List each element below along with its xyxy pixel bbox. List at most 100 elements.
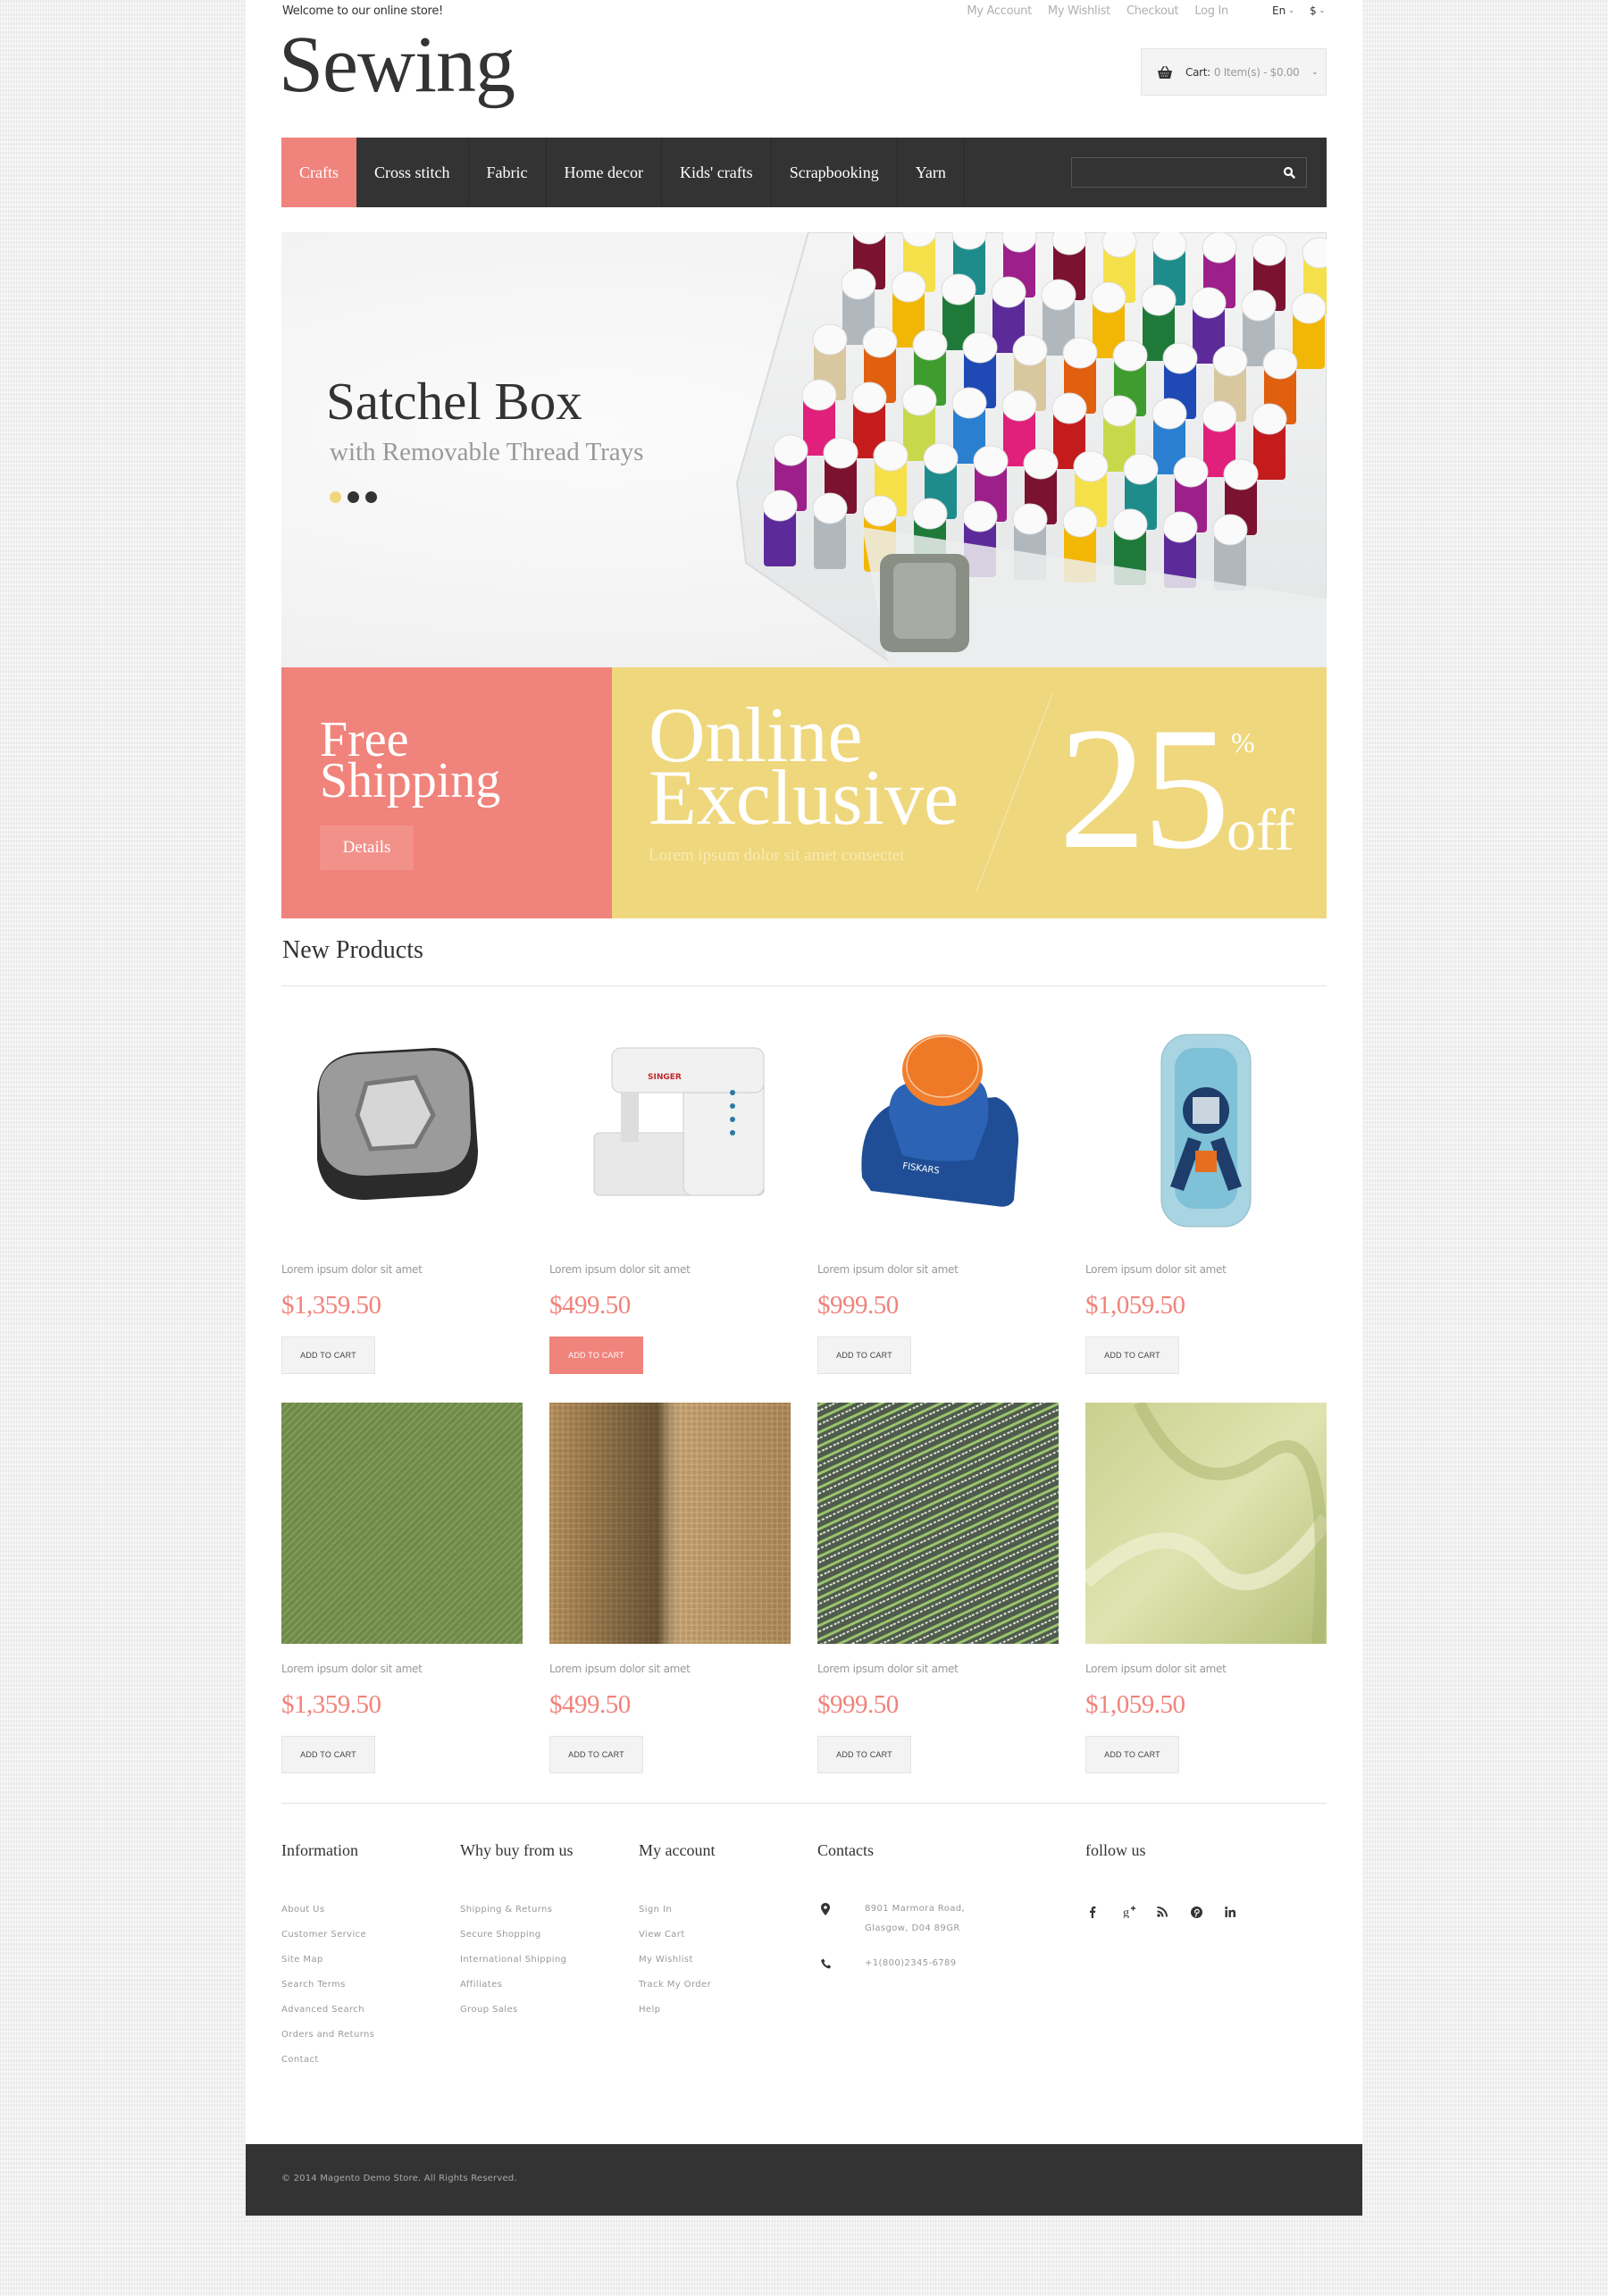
product-name[interactable]: Lorem ipsum dolor sit amet: [1085, 1663, 1227, 1675]
log-in-link[interactable]: Log In: [1194, 4, 1228, 18]
product-name[interactable]: Lorem ipsum dolor sit amet: [817, 1263, 959, 1276]
add-to-cart-button[interactable]: ADD TO CART: [549, 1736, 643, 1773]
spool-top: [1001, 390, 1037, 422]
add-to-cart-button[interactable]: ADD TO CART: [1085, 1736, 1179, 1773]
spool-top: [851, 381, 887, 414]
hero-subtitle: with Removable Thread Trays: [330, 438, 644, 466]
footer-col-why-buy: Why buy from us Shipping & Returns Secur…: [460, 1842, 573, 2030]
spool-top: [823, 437, 858, 469]
footer-link[interactable]: International Shipping: [460, 1955, 566, 1965]
spool-top: [1012, 334, 1048, 366]
spool-top: [1101, 232, 1137, 258]
footer-link[interactable]: Group Sales: [460, 2005, 518, 2015]
spool-top: [1202, 232, 1237, 264]
footer-divider: [281, 1803, 1327, 1804]
product-name[interactable]: Lorem ipsum dolor sit amet: [549, 1663, 691, 1675]
phone-icon: [821, 1958, 832, 1969]
footer-link[interactable]: Sign In: [639, 1905, 672, 1915]
search-icon[interactable]: [1283, 166, 1295, 179]
my-wishlist-link[interactable]: My Wishlist: [1048, 4, 1110, 18]
add-to-cart-button[interactable]: ADD TO CART: [817, 1337, 911, 1374]
spool-top: [1152, 398, 1187, 430]
product-price: $999.50: [817, 1291, 899, 1320]
product-image-sewing-machine[interactable]: SINGER: [549, 1008, 791, 1249]
nav-item-home-decor[interactable]: Home decor: [547, 138, 662, 207]
product-name[interactable]: Lorem ipsum dolor sit amet: [281, 1663, 423, 1675]
product-image-green-yarn[interactable]: [817, 1403, 1059, 1644]
free-shipping-banner[interactable]: Free Shipping Details: [281, 667, 612, 918]
percent-sign: %: [1231, 726, 1255, 758]
nav-item-scrapbooking[interactable]: Scrapbooking: [772, 138, 898, 207]
nav-item-fabric[interactable]: Fabric: [469, 138, 547, 207]
phone-number[interactable]: +1(800)2345-6789: [865, 1954, 957, 1977]
language-switcher[interactable]: En ⌄: [1272, 4, 1294, 17]
my-account-link[interactable]: My Account: [967, 4, 1032, 18]
pinterest-icon[interactable]: [1187, 1903, 1221, 1921]
footer-bar: © 2014 Magento Demo Store. All Rights Re…: [246, 2144, 1362, 2216]
site-logo[interactable]: Sewing: [279, 25, 515, 105]
currency-switcher[interactable]: $ ⌄: [1310, 4, 1325, 17]
spool-top: [1141, 284, 1177, 316]
footer-link[interactable]: Advanced Search: [281, 2005, 364, 2015]
linkedin-icon[interactable]: [1221, 1903, 1255, 1921]
search-input[interactable]: [1072, 158, 1269, 187]
banner-line: Shipping: [320, 753, 501, 809]
spool-top: [1073, 450, 1109, 482]
footer-link[interactable]: Orders and Returns: [281, 2030, 374, 2040]
slider-dot[interactable]: [348, 491, 359, 503]
product-name[interactable]: Lorem ipsum dolor sit amet: [817, 1663, 959, 1675]
footer-link[interactable]: Contact: [281, 2055, 319, 2065]
spool-top: [873, 440, 909, 472]
slider-dot[interactable]: [365, 491, 377, 503]
footer-link[interactable]: View Cart: [639, 1930, 685, 1940]
product-price: $1,059.50: [1085, 1690, 1185, 1719]
product-image-chiffon-fabric[interactable]: [1085, 1403, 1327, 1644]
spool-top: [923, 442, 959, 474]
online-exclusive-banner[interactable]: Online Exclusive Lorem ipsum dolor sit a…: [612, 667, 1327, 918]
spool-top: [1023, 448, 1059, 480]
footer-link[interactable]: Track My Order: [639, 1980, 711, 1990]
product-name[interactable]: Lorem ipsum dolor sit amet: [1085, 1263, 1227, 1276]
product-image-fiskars-punch[interactable]: FISKARS: [817, 1008, 1059, 1249]
thread-box-image: [735, 232, 1327, 667]
footer-link[interactable]: Affiliates: [460, 1980, 502, 1990]
add-to-cart-button[interactable]: ADD TO CART: [817, 1736, 911, 1773]
footer-link[interactable]: Shipping & Returns: [460, 1905, 552, 1915]
product-image-green-mesh-fabric[interactable]: [281, 1403, 523, 1644]
spool-top: [801, 379, 837, 411]
facebook-icon[interactable]: [1085, 1903, 1119, 1921]
nav-item-yarn[interactable]: Yarn: [898, 138, 965, 207]
footer-link[interactable]: My Wishlist: [639, 1955, 693, 1965]
footer-link[interactable]: Help: [639, 2005, 660, 2015]
slider-dot[interactable]: [330, 491, 341, 503]
nav-item-kids-crafts[interactable]: Kids' crafts: [662, 138, 772, 207]
add-to-cart-button[interactable]: ADD TO CART: [281, 1736, 375, 1773]
product-name[interactable]: Lorem ipsum dolor sit amet: [549, 1263, 691, 1276]
footer-link[interactable]: Secure Shopping: [460, 1930, 541, 1940]
copyright-text: © 2014 Magento Demo Store. All Rights Re…: [281, 2174, 517, 2183]
google-plus-icon[interactable]: g: [1119, 1903, 1153, 1921]
nav-item-cross-stitch[interactable]: Cross stitch: [356, 138, 469, 207]
add-to-cart-button[interactable]: ADD TO CART: [1085, 1337, 1179, 1374]
product-image-burlap-fabric[interactable]: [549, 1403, 791, 1644]
cart-dropdown[interactable]: Cart: 0 Item(s) - $0.00 ⌄: [1141, 48, 1327, 96]
spool-top: [1012, 503, 1048, 535]
hero-slider[interactable]: Satchel Box with Removable Thread Trays: [281, 232, 1327, 667]
product-price: $499.50: [549, 1690, 631, 1719]
product-image-bias-tape-maker[interactable]: [281, 1008, 523, 1249]
footer-link[interactable]: Site Map: [281, 1955, 323, 1965]
checkout-link[interactable]: Checkout: [1126, 4, 1179, 18]
footer-link[interactable]: Search Terms: [281, 1980, 346, 1990]
add-to-cart-button[interactable]: ADD TO CART: [281, 1337, 375, 1374]
product-image-squeeze-punch[interactable]: [1085, 1008, 1327, 1249]
product-name[interactable]: Lorem ipsum dolor sit amet: [281, 1263, 423, 1276]
rss-icon[interactable]: [1153, 1903, 1187, 1921]
cart-summary: 0 Item(s) - $0.00: [1213, 65, 1300, 79]
details-button[interactable]: Details: [320, 825, 414, 870]
footer-link[interactable]: About Us: [281, 1905, 324, 1915]
spool-top: [1041, 279, 1076, 311]
footer-link[interactable]: Customer Service: [281, 1930, 366, 1940]
nav-item-crafts[interactable]: Crafts: [281, 138, 356, 207]
product-price: $1,059.50: [1085, 1291, 1185, 1320]
add-to-cart-button[interactable]: ADD TO CART: [549, 1337, 643, 1374]
